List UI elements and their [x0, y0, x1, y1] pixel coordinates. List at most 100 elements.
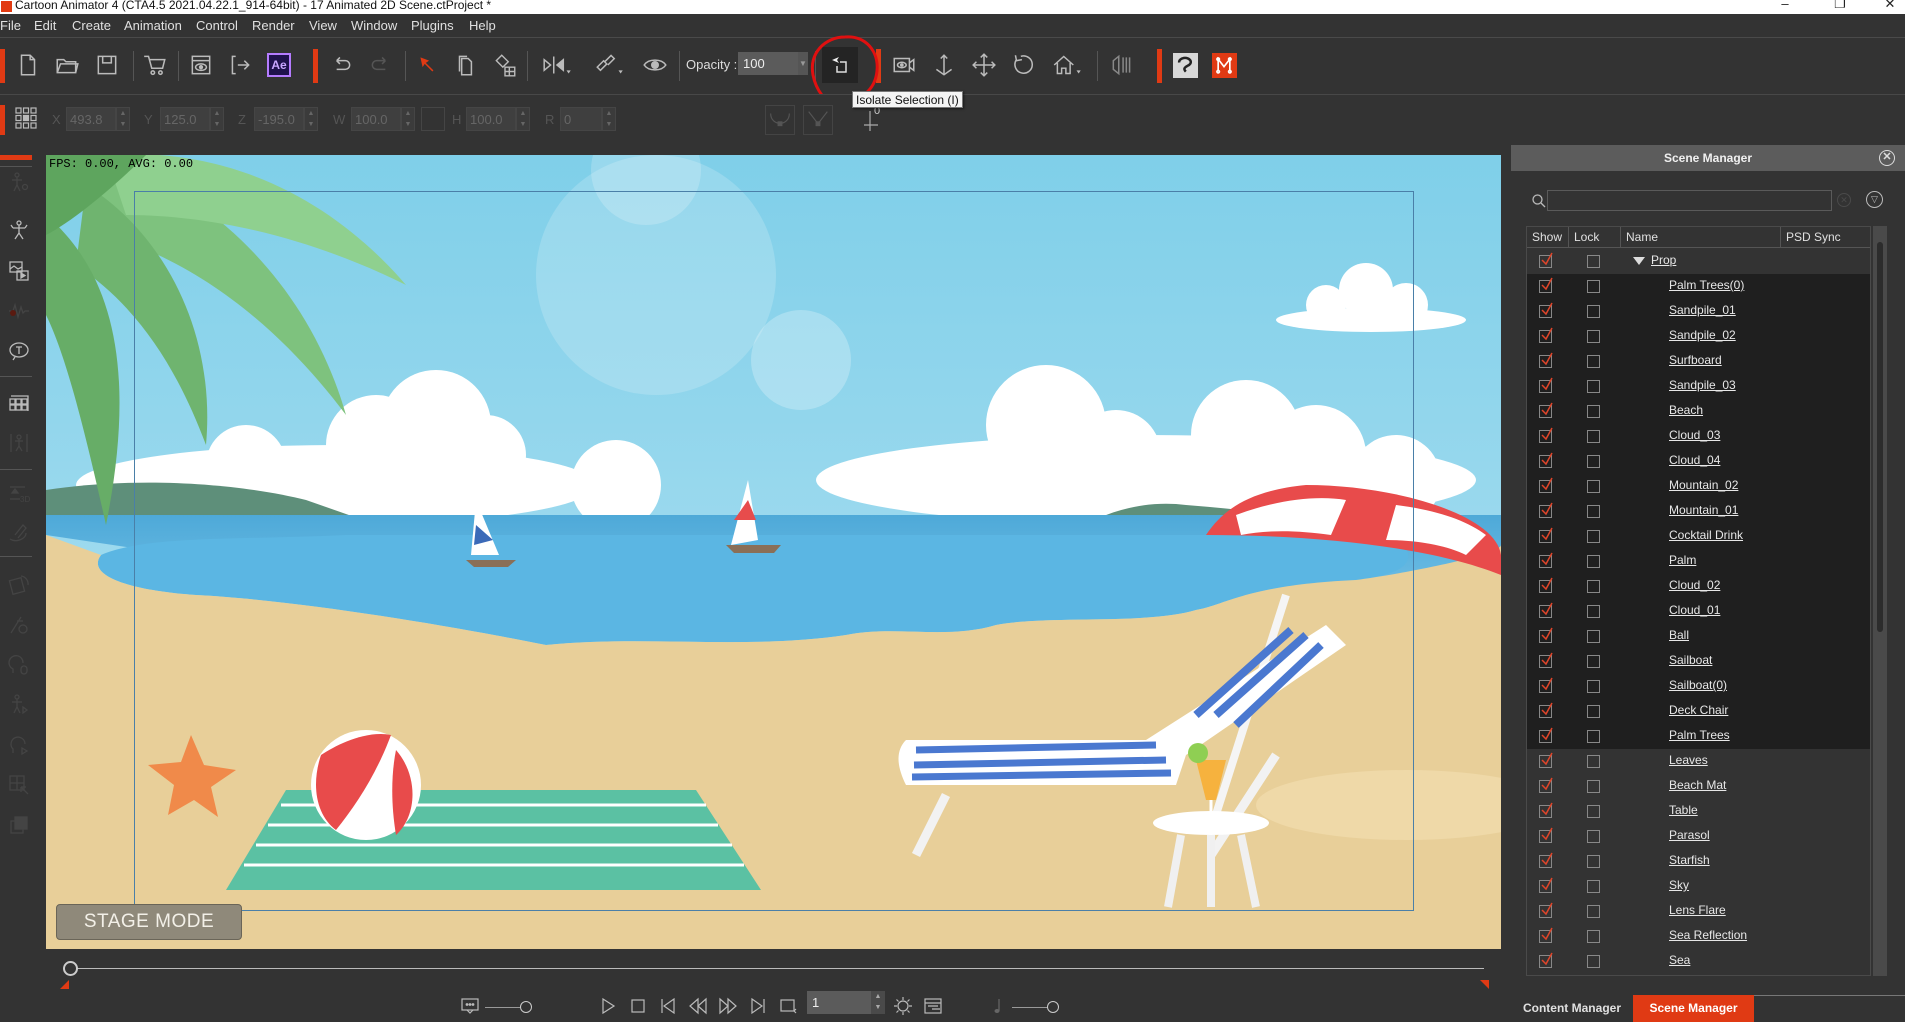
- tree-item-name[interactable]: Sandpile_02: [1669, 328, 1736, 342]
- end-marker[interactable]: [1480, 980, 1489, 989]
- open-folder-icon[interactable]: [52, 50, 82, 80]
- preview-icon[interactable]: [186, 50, 216, 80]
- tree-item-name[interactable]: Deck Chair: [1669, 703, 1728, 717]
- home-icon[interactable]: [1048, 50, 1088, 80]
- previous-frame-icon[interactable]: [686, 994, 710, 1018]
- tree-row[interactable]: Leaves: [1527, 749, 1870, 774]
- lock-checkbox[interactable]: [1587, 880, 1600, 893]
- lock-checkbox[interactable]: [1587, 955, 1600, 968]
- play-icon[interactable]: [596, 994, 620, 1018]
- menu-animation[interactable]: Animation: [124, 18, 182, 33]
- after-effects-icon[interactable]: Ae: [264, 50, 294, 80]
- eye-icon[interactable]: [640, 50, 670, 80]
- audio-icon[interactable]: [1107, 50, 1137, 80]
- opacity-input[interactable]: [738, 52, 798, 75]
- z-input[interactable]: [254, 107, 304, 131]
- show-checkbox[interactable]: [1539, 277, 1553, 293]
- menu-control[interactable]: Control: [196, 18, 238, 33]
- lock-checkbox[interactable]: [1587, 355, 1600, 368]
- close-button[interactable]: ✕: [1875, 0, 1905, 12]
- tree-row[interactable]: Beach: [1527, 399, 1870, 424]
- character-setup-icon[interactable]: [6, 218, 32, 244]
- show-checkbox[interactable]: [1539, 677, 1553, 693]
- lock-checkbox[interactable]: [1587, 680, 1600, 693]
- body-puppet-icon[interactable]: [6, 692, 32, 718]
- menu-render[interactable]: Render: [252, 18, 295, 33]
- tree-item-name[interactable]: Sky: [1669, 878, 1689, 892]
- tree-row[interactable]: Mountain_02: [1527, 474, 1870, 499]
- tree-row[interactable]: Sandpile_03: [1527, 374, 1870, 399]
- lock-checkbox[interactable]: [1587, 505, 1600, 518]
- redo-icon[interactable]: [366, 50, 396, 80]
- stage-mode-button[interactable]: STAGE MODE: [56, 904, 242, 940]
- tab-content-manager[interactable]: Content Manager: [1511, 995, 1633, 1022]
- show-checkbox[interactable]: [1539, 552, 1553, 568]
- lock-checkbox[interactable]: [1587, 605, 1600, 618]
- grid-align-icon[interactable]: [15, 107, 37, 129]
- tree-item-name[interactable]: Palm Trees: [1669, 728, 1730, 742]
- onion-skin-icon[interactable]: [891, 994, 915, 1018]
- tree-row[interactable]: Sandpile_02: [1527, 324, 1870, 349]
- tree-item-name[interactable]: Lens Flare: [1669, 903, 1726, 917]
- tree-item-name[interactable]: Beach Mat: [1669, 778, 1726, 792]
- flip-icon[interactable]: [538, 50, 578, 80]
- ease-out-button[interactable]: [803, 105, 833, 135]
- show-checkbox[interactable]: [1539, 602, 1553, 618]
- bone-icon[interactable]: [6, 430, 32, 456]
- face-puppet-icon[interactable]: [6, 612, 32, 638]
- show-checkbox[interactable]: [1539, 627, 1553, 643]
- menu-window[interactable]: Window: [351, 18, 397, 33]
- tree-item-name[interactable]: Sandpile_01: [1669, 303, 1736, 317]
- lock-checkbox[interactable]: [1587, 930, 1600, 943]
- undo-icon[interactable]: [326, 50, 356, 80]
- close-panel-icon[interactable]: ✕: [1879, 150, 1895, 166]
- x-spinner[interactable]: ▲ ▼: [116, 107, 130, 131]
- timeline-track[interactable]: [74, 968, 1484, 969]
- tree-row[interactable]: Sky: [1527, 874, 1870, 899]
- tree-item-name[interactable]: Sailboat(0): [1669, 678, 1727, 692]
- tree-row[interactable]: Cloud_03: [1527, 424, 1870, 449]
- ease-in-button[interactable]: [765, 105, 795, 135]
- tree-item-name[interactable]: Cocktail Drink: [1669, 528, 1743, 542]
- show-checkbox[interactable]: [1539, 477, 1553, 493]
- lock-checkbox[interactable]: [1587, 755, 1600, 768]
- h-spinner[interactable]: ▲ ▼: [516, 107, 530, 131]
- minimize-button[interactable]: –: [1770, 0, 1800, 11]
- tree-row[interactable]: Sailboat: [1527, 649, 1870, 674]
- tab-scene-manager[interactable]: Scene Manager: [1633, 995, 1754, 1022]
- subtitle-icon[interactable]: [458, 994, 482, 1018]
- menu-view[interactable]: View: [309, 18, 337, 33]
- timeline-playhead[interactable]: [63, 961, 78, 976]
- show-checkbox[interactable]: [1539, 527, 1553, 543]
- scene-search-input[interactable]: [1547, 190, 1832, 211]
- show-checkbox[interactable]: [1539, 927, 1553, 943]
- show-checkbox[interactable]: [1539, 802, 1553, 818]
- loop-icon[interactable]: [776, 994, 800, 1018]
- current-frame-input[interactable]: [807, 991, 871, 1014]
- show-checkbox[interactable]: [1539, 427, 1553, 443]
- motion-path-icon[interactable]: [6, 520, 32, 546]
- tree-row[interactable]: Palm: [1527, 549, 1870, 574]
- y-spinner[interactable]: ▲ ▼: [210, 107, 224, 131]
- lock-checkbox[interactable]: [1587, 905, 1600, 918]
- tree-item-name[interactable]: Cloud_01: [1669, 603, 1720, 617]
- layer-icon[interactable]: [6, 812, 32, 838]
- lock-checkbox[interactable]: [1587, 305, 1600, 318]
- sprite-swap-icon[interactable]: [6, 572, 32, 598]
- show-checkbox[interactable]: [1539, 652, 1553, 668]
- tree-item-name[interactable]: Leaves: [1669, 753, 1708, 767]
- r-input[interactable]: [560, 107, 602, 131]
- first-frame-icon[interactable]: [656, 994, 680, 1018]
- frame-spinner[interactable]: ▲ ▼: [871, 991, 885, 1014]
- move-down-icon[interactable]: [929, 50, 959, 80]
- timeline-scrubber[interactable]: [46, 950, 1501, 990]
- text-bubble-icon[interactable]: [6, 338, 32, 364]
- character-icon[interactable]: [6, 170, 32, 196]
- speed-slider-track[interactable]: [485, 1007, 525, 1008]
- tree-item-name[interactable]: Cloud_04: [1669, 453, 1720, 467]
- tree-row[interactable]: Cocktail Drink: [1527, 524, 1870, 549]
- show-checkbox[interactable]: [1539, 852, 1553, 868]
- tree-row[interactable]: Sandpile_01: [1527, 299, 1870, 324]
- duplicate-icon[interactable]: [451, 50, 481, 80]
- paint-bucket-icon[interactable]: [490, 50, 520, 80]
